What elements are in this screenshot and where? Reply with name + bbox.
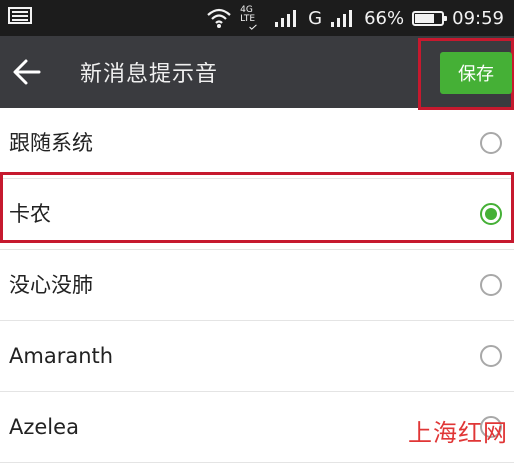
radio-button[interactable] [480, 203, 502, 225]
radio-button[interactable] [480, 132, 502, 154]
list-item-canon[interactable]: 卡农 [0, 179, 514, 250]
list-item-label: 卡农 [9, 202, 51, 226]
image-notification-icon [8, 7, 32, 24]
watermark: 上海红网 [408, 419, 508, 447]
battery-icon [412, 10, 448, 26]
list-item-label: 没心没肺 [9, 273, 93, 297]
signal-icon [275, 10, 297, 27]
radio-button[interactable] [480, 274, 502, 296]
network-type-label: 4G LTE [240, 5, 256, 24]
radio-button[interactable] [480, 345, 502, 367]
wifi-icon [207, 8, 231, 28]
signal-icon-2 [331, 10, 353, 27]
status-bar: 4G LTE G 66% 09:59 [0, 0, 514, 36]
list-item-label: 跟随系统 [9, 131, 93, 155]
network-indicator: 4G LTE [240, 6, 266, 30]
list-item-amaranth[interactable]: Amaranth [0, 321, 514, 392]
battery-percent: 66% [364, 7, 405, 29]
tone-list: 跟随系统 卡农 没心没肺 Amaranth Azelea [0, 108, 514, 463]
list-item-carefree[interactable]: 没心没肺 [0, 250, 514, 321]
list-item-label: Amaranth [9, 344, 114, 368]
carrier-label: G [308, 7, 323, 29]
clock: 09:59 [452, 7, 504, 29]
list-item-follow-system[interactable]: 跟随系统 [0, 108, 514, 179]
back-arrow-icon[interactable] [12, 58, 42, 86]
data-check-icon [249, 24, 257, 30]
save-button[interactable]: 保存 [440, 52, 512, 94]
page-title: 新消息提示音 [80, 62, 219, 87]
